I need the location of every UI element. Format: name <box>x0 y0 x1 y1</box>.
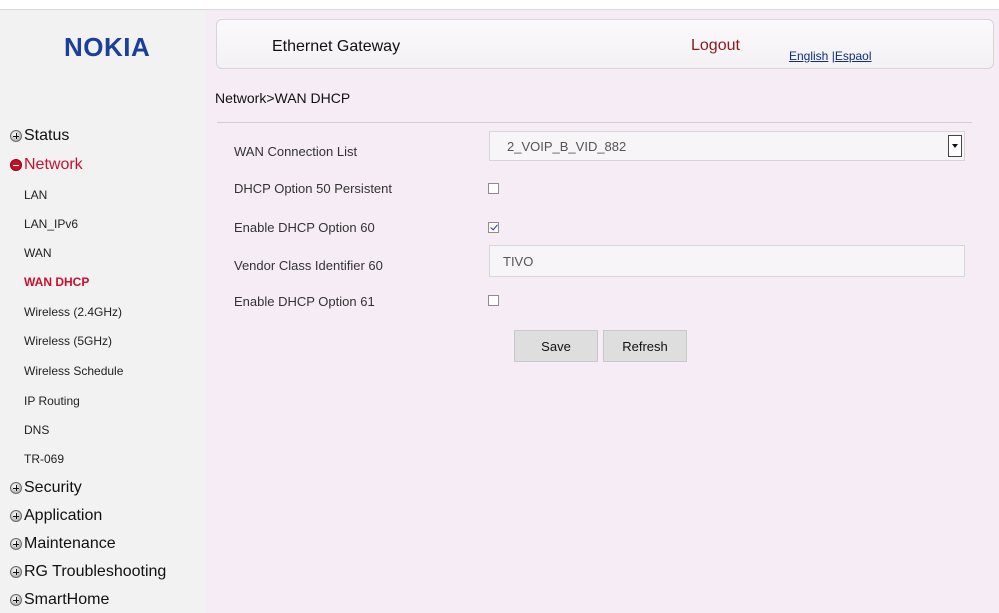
nav-item-dns[interactable]: DNS <box>24 423 49 437</box>
nav-application-label: Application <box>24 507 103 524</box>
header-bar: Ethernet Gateway Logout English |Espaol <box>216 19 994 69</box>
nav-rg-troubleshooting-label: RG Troubleshooting <box>24 563 167 580</box>
expand-plus-icon <box>10 510 22 522</box>
nav-item-lan-ipv6[interactable]: LAN_IPv6 <box>24 217 78 231</box>
app-title: Ethernet Gateway <box>272 38 401 55</box>
nav-maintenance[interactable]: Maintenance <box>10 535 116 553</box>
nav-smarthome-label: SmartHome <box>24 591 110 608</box>
nav-rg-troubleshooting[interactable]: RG Troubleshooting <box>10 563 166 581</box>
nav-network-label: Network <box>24 156 83 173</box>
nav-item-ip-routing[interactable]: IP Routing <box>24 394 80 408</box>
nav-smarthome[interactable]: SmartHome <box>10 591 109 609</box>
vendor-class-60-input[interactable] <box>489 245 965 277</box>
lang-english-link[interactable]: English <box>789 49 828 63</box>
nav-item-wireless-schedule[interactable]: Wireless Schedule <box>24 364 123 378</box>
dhcp-option-50-checkbox[interactable] <box>488 183 499 194</box>
expand-plus-icon <box>10 130 22 142</box>
dhcp-option-61-checkbox[interactable] <box>488 295 499 306</box>
expand-plus-icon <box>10 594 22 606</box>
nav-item-wireless-24[interactable]: Wireless (2.4GHz) <box>24 305 122 319</box>
nav-status-label: Status <box>24 127 70 144</box>
expand-plus-icon <box>10 566 22 578</box>
dropdown-arrow-icon[interactable] <box>948 135 962 157</box>
nav-network[interactable]: Network <box>10 156 83 174</box>
logout-link[interactable]: Logout <box>691 37 740 55</box>
dhcp-option-60-label: Enable DHCP Option 60 <box>234 220 375 235</box>
lang-spanish-link[interactable]: Espaol <box>835 49 872 63</box>
language-switcher: English |Espaol <box>789 49 872 63</box>
nokia-logo: NOKIA <box>64 32 151 62</box>
wan-connection-select[interactable]: 2_VOIP_B_VID_882 <box>489 131 965 161</box>
sidebar: NOKIA Status Network LAN LAN_IPv6 WAN WA… <box>0 10 205 613</box>
refresh-button[interactable]: Refresh <box>603 330 687 362</box>
collapse-minus-icon <box>10 159 22 171</box>
expand-plus-icon <box>10 538 22 550</box>
dhcp-option-60-checkbox[interactable] <box>488 222 499 233</box>
nav-application[interactable]: Application <box>10 507 102 525</box>
nav-item-wireless-5[interactable]: Wireless (5GHz) <box>24 334 112 348</box>
section-divider <box>217 122 972 123</box>
nav-security-label: Security <box>24 479 82 496</box>
nav-item-wan-dhcp[interactable]: WAN DHCP <box>24 275 89 289</box>
nav-maintenance-label: Maintenance <box>24 535 116 552</box>
wan-connection-selected-value: 2_VOIP_B_VID_882 <box>507 139 627 154</box>
save-button[interactable]: Save <box>514 330 598 362</box>
wan-connection-list-label: WAN Connection List <box>234 144 358 159</box>
breadcrumb: Network>WAN DHCP <box>215 90 351 106</box>
dhcp-option-61-label: Enable DHCP Option 61 <box>234 294 375 309</box>
dhcp-option-50-label: DHCP Option 50 Persistent <box>234 181 392 196</box>
expand-plus-icon <box>10 482 22 494</box>
main-content: Ethernet Gateway Logout English |Espaol … <box>205 10 999 613</box>
vendor-class-60-label: Vendor Class Identifier 60 <box>234 258 383 273</box>
nav-item-wan[interactable]: WAN <box>24 246 52 260</box>
nav-status[interactable]: Status <box>10 127 69 145</box>
nav-item-lan[interactable]: LAN <box>24 188 47 202</box>
nav-security[interactable]: Security <box>10 479 82 497</box>
nav-item-tr069[interactable]: TR-069 <box>24 452 64 466</box>
